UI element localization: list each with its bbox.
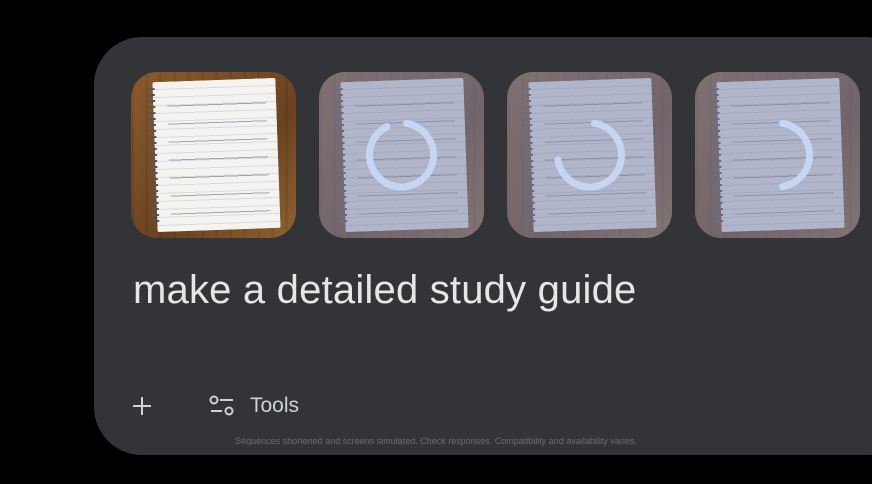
- handwriting: [166, 92, 271, 218]
- progress-arc: [779, 119, 813, 191]
- image-thumbnail-4[interactable]: [695, 72, 860, 238]
- disclaimer-text: Sequences shortened and screens simulate…: [235, 436, 637, 446]
- prompt-input[interactable]: make a detailed study guide: [133, 268, 637, 313]
- add-attachment-button[interactable]: [124, 388, 160, 424]
- screen-edge: [0, 0, 12, 484]
- upload-progress-spinner: [554, 119, 625, 191]
- tools-label: Tools: [250, 394, 300, 417]
- spiral-binding: [146, 88, 160, 227]
- progress-arc: [366, 119, 437, 191]
- plus-icon: [133, 397, 151, 415]
- progress-arc: [554, 119, 625, 191]
- image-thumbnail-3[interactable]: [507, 72, 672, 238]
- tools-sliders-icon: [209, 395, 234, 416]
- image-thumbnail-2[interactable]: [319, 72, 484, 238]
- tools-button[interactable]: Tools: [208, 388, 299, 424]
- image-thumbnail-1[interactable]: [131, 72, 296, 238]
- upload-progress-spinner: [779, 119, 813, 191]
- upload-progress-spinner: [366, 119, 437, 191]
- notebook-page: [146, 77, 281, 233]
